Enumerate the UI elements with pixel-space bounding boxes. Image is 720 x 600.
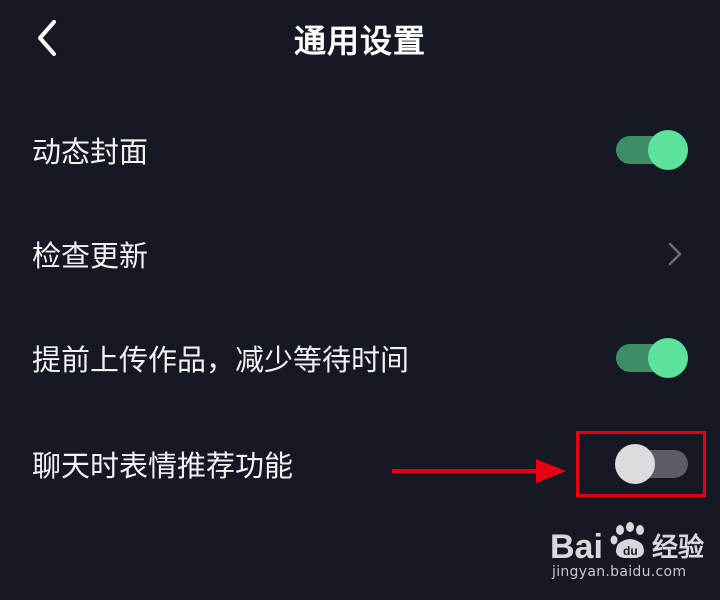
watermark-url: jingyan.baidu.com — [552, 564, 687, 580]
arrow-right-icon — [392, 459, 566, 483]
logo-text: Bai — [550, 528, 603, 564]
toggle-knob — [648, 130, 688, 170]
page-title: 通用设置 — [293, 22, 426, 60]
setting-label: 提前上传作品，减少等待时间 — [32, 343, 410, 377]
setting-label: 动态封面 — [32, 135, 149, 169]
setting-label: 检查更新 — [32, 239, 149, 273]
dynamic-cover-toggle[interactable] — [616, 130, 688, 170]
chevron-right-icon — [668, 242, 682, 266]
setting-row-pre-upload[interactable]: 提前上传作品，减少等待时间 — [0, 308, 720, 408]
logo-suffix: 经验 — [652, 532, 704, 563]
setting-row-dynamic-cover[interactable]: 动态封面 — [0, 100, 720, 200]
baidu-jingyan-watermark: Bai du 经验 jingyan.baidu.com — [548, 520, 718, 590]
setting-label: 聊天时表情推荐功能 — [32, 449, 294, 483]
toggle-knob — [648, 338, 688, 378]
baidu-logo-icon: Bai du 经验 — [550, 522, 704, 564]
annotation-highlight-box — [576, 431, 706, 497]
settings-screen: 通用设置 动态封面 检查更新 提前上传作品，减少等待时间 聊天时表情推荐功能 B… — [0, 0, 720, 600]
header: 通用设置 — [0, 0, 720, 76]
setting-row-check-update[interactable]: 检查更新 — [0, 204, 720, 304]
pre-upload-toggle[interactable] — [616, 338, 688, 378]
svg-text:du: du — [623, 544, 638, 558]
